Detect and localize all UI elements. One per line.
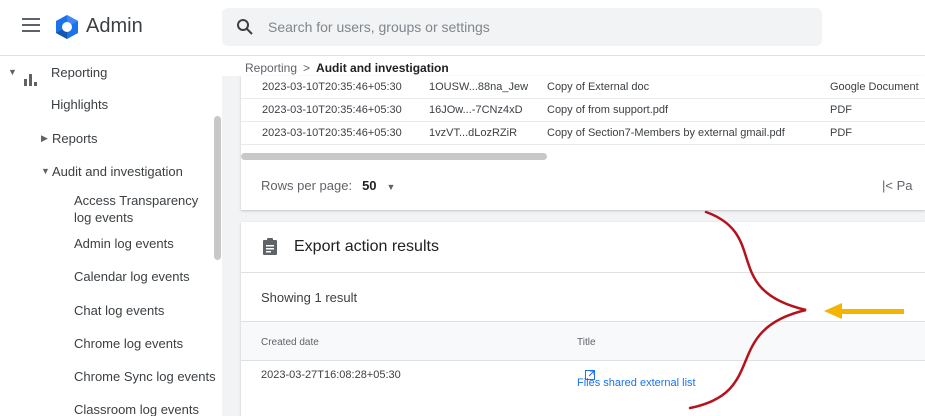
breadcrumb-bar: Reporting > Audit and investigation — [222, 56, 925, 76]
rows-per-page-select[interactable]: 50 — [362, 178, 376, 193]
table-header: Created date Title — [241, 321, 925, 361]
column-title[interactable]: Title — [577, 337, 596, 348]
document-icon — [263, 238, 277, 255]
table-row[interactable]: 2023-03-10T20:35:46+05:30 16JOw...-7CNz4… — [241, 99, 925, 122]
sidebar-item-label: Reporting — [51, 65, 108, 80]
bar-chart-icon — [24, 74, 37, 86]
breadcrumb: Reporting > Audit and investigation — [245, 61, 449, 75]
search-input[interactable] — [268, 8, 808, 46]
cell-title: Copy of from support.pdf — [547, 104, 669, 116]
caret-right-icon: ▶ — [41, 133, 48, 143]
sidebar-item-access-transparency[interactable]: Access Transparency log events — [74, 192, 209, 226]
top-bar: Admin — [0, 0, 925, 56]
cell-type: Google Document — [830, 81, 919, 93]
sidebar-item-highlights[interactable]: Highlights — [51, 97, 108, 112]
cell-type: PDF — [830, 127, 852, 139]
cell-date: 2023-03-10T20:35:46+05:30 — [262, 127, 402, 139]
caret-down-icon: ▼ — [41, 166, 50, 176]
cell-date: 2023-03-10T20:35:46+05:30 — [262, 81, 402, 93]
cell-id: 16JOw...-7CNz4xD — [429, 104, 523, 116]
caret-down-icon: ▼ — [8, 67, 17, 77]
cell-created-date: 2023-03-27T16:08:28+05:30 — [261, 369, 401, 381]
dropdown-arrow-icon[interactable]: ▼ — [387, 182, 396, 192]
sidebar-item-reporting[interactable]: ▼ Reporting — [0, 64, 210, 86]
export-title: Export action results — [294, 238, 439, 255]
sidebar-item-chat-log[interactable]: Chat log events — [74, 303, 164, 318]
rows-per-page: Rows per page: 50 ▼ — [261, 178, 395, 193]
cell-type: PDF — [830, 104, 852, 116]
breadcrumb-reporting[interactable]: Reporting — [245, 61, 297, 75]
sidebar: ▼ Reporting Highlights ▶ Reports ▼ Audit… — [0, 56, 222, 416]
table-row[interactable]: 2023-03-10T20:35:46+05:30 1vzVT...dLozRZ… — [241, 122, 925, 145]
breadcrumb-separator: > — [303, 61, 311, 75]
rows-per-page-label: Rows per page: — [261, 178, 353, 193]
sidebar-item-admin-log[interactable]: Admin log events — [74, 236, 174, 251]
table-row: 2023-03-27T16:08:28+05:30 Files shared e… — [241, 361, 925, 389]
cell-date: 2023-03-10T20:35:46+05:30 — [262, 104, 402, 116]
first-page-button[interactable]: |< Pa — [882, 178, 912, 193]
cell-title: Copy of External doc — [547, 81, 650, 93]
search-icon — [237, 19, 253, 35]
sidebar-item-chrome-sync-log[interactable]: Chrome Sync log events — [74, 369, 216, 384]
result-count: Showing 1 result — [261, 290, 358, 305]
cell-id: 1OUSW...88na_Jew — [429, 81, 529, 93]
files-table-card: 2023-03-10T20:35:46+05:30 1OUSW...88na_J… — [241, 76, 925, 210]
sidebar-scrollbar[interactable] — [214, 116, 221, 260]
export-file-link[interactable]: Files shared external list — [577, 369, 696, 389]
menu-icon[interactable] — [22, 18, 40, 32]
divider — [241, 272, 925, 273]
export-file-link-text[interactable]: Files shared external list — [577, 377, 696, 389]
cell-id: 1vzVT...dLozRZiR — [429, 127, 518, 139]
app-title: Admin — [86, 15, 143, 37]
sidebar-item-classroom-log[interactable]: Classroom log events — [74, 402, 199, 416]
sidebar-item-calendar-log[interactable]: Calendar log events — [74, 269, 190, 284]
column-created-date[interactable]: Created date — [261, 337, 319, 348]
sidebar-item-label: Reports — [52, 131, 98, 146]
export-results-card: Export action results Showing 1 result C… — [241, 222, 925, 416]
table-row[interactable]: 2023-03-10T20:35:46+05:30 1OUSW...88na_J… — [241, 76, 925, 99]
search-bar[interactable] — [222, 8, 822, 46]
sidebar-item-chrome-log[interactable]: Chrome log events — [74, 336, 183, 351]
admin-logo-icon — [56, 15, 78, 39]
sidebar-item-label: Audit and investigation — [52, 164, 183, 179]
horizontal-scrollbar[interactable] — [241, 153, 547, 160]
cell-title: Copy of Section7-Members by external gma… — [547, 127, 785, 139]
breadcrumb-current: Audit and investigation — [316, 61, 449, 75]
